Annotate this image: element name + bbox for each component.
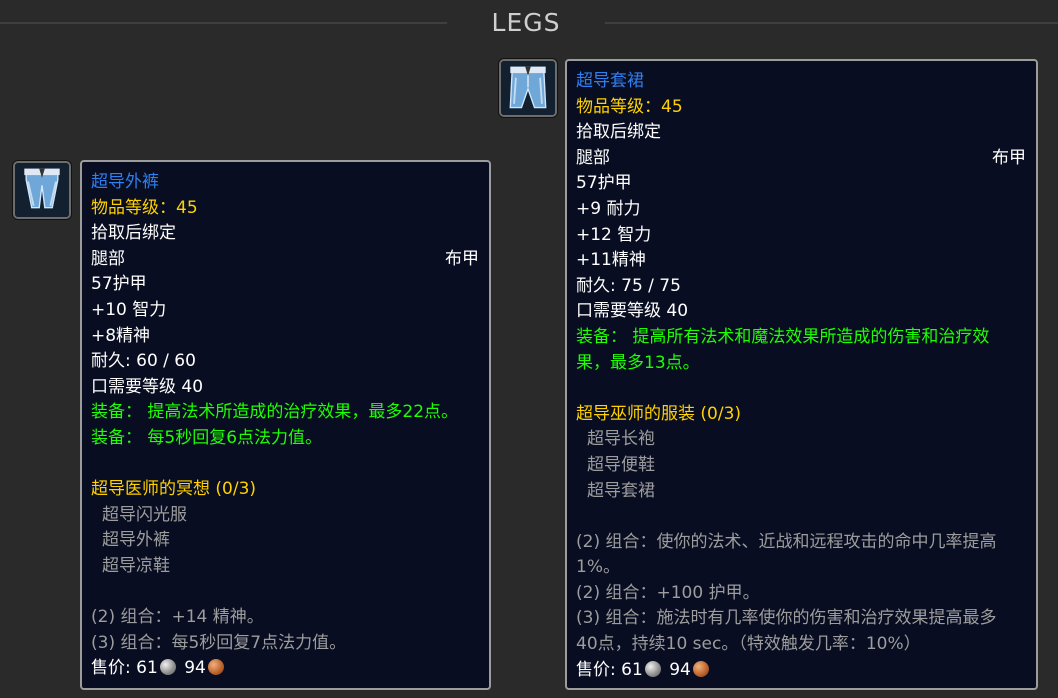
header-divider-left [0,22,447,24]
sell-price-label: 售价: [576,659,616,680]
item-name[interactable]: 超导外裤 [91,170,479,196]
item-name[interactable]: 超导套裙 [576,69,1026,95]
silver-coin-icon [159,659,176,676]
set-name: 超导巫师的服装 (0/3) [576,403,742,424]
item-tooltip: 超导外裤 物品等级：45 拾取后绑定 腿部 布甲 57护甲 +10 智力 +8精… [80,160,491,690]
set-bonus: (3) 组合：施法时有几率使你的伤害和治疗效果提高最多 [576,608,997,629]
sell-price: 售价: 61 94 [91,656,479,682]
set-bonus: (3) 组合：每5秒回复7点法力值。 [91,632,347,653]
item-stat: +9 耐力 [576,198,641,219]
item-stat: 57护甲 [576,173,632,194]
item-requirement: 口需要等级 40 [91,376,204,397]
silver-coin-icon [644,660,661,677]
sell-price: 售价: 61 94 [576,658,1026,684]
set-name: 超导医师的冥想 (0/3) [91,479,257,500]
item-slot-row: 腿部 布甲 [576,146,1026,172]
cloth-leggings-icon[interactable] [13,161,71,219]
item-durability: 耐久: 60 / 60 [91,351,196,372]
item-tooltip: 超导套裙 物品等级：45 拾取后绑定 腿部 布甲 57护甲 +9 耐力 +12 … [565,59,1038,690]
item-effect: 果，最多13点。 [576,352,700,373]
sell-price-label: 售价: [91,658,131,679]
sell-price-copper: 94 [669,659,691,680]
item-effect: 装备： 提高法术所造成的治疗效果，最多22点。 [91,402,459,423]
section-header: LEGS [0,0,1058,48]
item-slot: 腿部 [91,248,125,269]
item-stat: +12 智力 [576,224,652,245]
set-item: 超导便鞋 [587,454,655,475]
sell-price-silver: 61 [621,659,643,680]
copper-coin-icon [207,659,224,676]
item-effect: 装备： 每5秒回复6点法力值。 [91,427,323,448]
set-bonus: 40点，持续10 sec。（特效触发几率：10%） [576,634,921,655]
item-stat: +8精神 [91,325,151,346]
set-bonus: (2) 组合：+100 护甲。 [576,582,760,603]
header-divider-right [605,22,1058,24]
item-slot-row: 腿部 布甲 [91,247,479,273]
set-item: 超导长袍 [587,429,655,450]
item-stat: 57护甲 [91,274,147,295]
set-bonus: (2) 组合：使你的法术、近战和远程攻击的命中几率提高 [576,531,997,552]
sell-price-copper: 94 [184,658,206,679]
set-bonus: 1%。 [576,557,620,578]
item-armor-type: 布甲 [992,147,1026,168]
item-level: 物品等级：45 [91,197,198,218]
item-stat: +10 智力 [91,299,167,320]
cloth-skirt-icon[interactable] [499,59,557,117]
item-armor-type: 布甲 [445,248,479,269]
item-effect: 装备： 提高所有法术和魔法效果所造成的伤害和治疗效 [576,326,990,347]
sell-price-silver: 61 [136,658,158,679]
item-binding: 拾取后绑定 [576,122,661,143]
copper-coin-icon [692,660,709,677]
set-item: 超导套裙 [587,480,655,501]
section-title: LEGS [491,8,561,37]
set-item: 超导闪光服 [102,504,187,525]
item-stat: +11精神 [576,250,646,271]
set-bonus: (2) 组合：+14 精神。 [91,607,264,628]
set-item: 超导凉鞋 [102,555,170,576]
item-binding: 拾取后绑定 [91,223,176,244]
item-slot: 腿部 [576,147,610,168]
set-item: 超导外裤 [102,530,170,551]
item-level: 物品等级：45 [576,96,683,117]
item-durability: 耐久: 75 / 75 [576,275,681,296]
item-requirement: 口需要等级 40 [576,301,689,322]
